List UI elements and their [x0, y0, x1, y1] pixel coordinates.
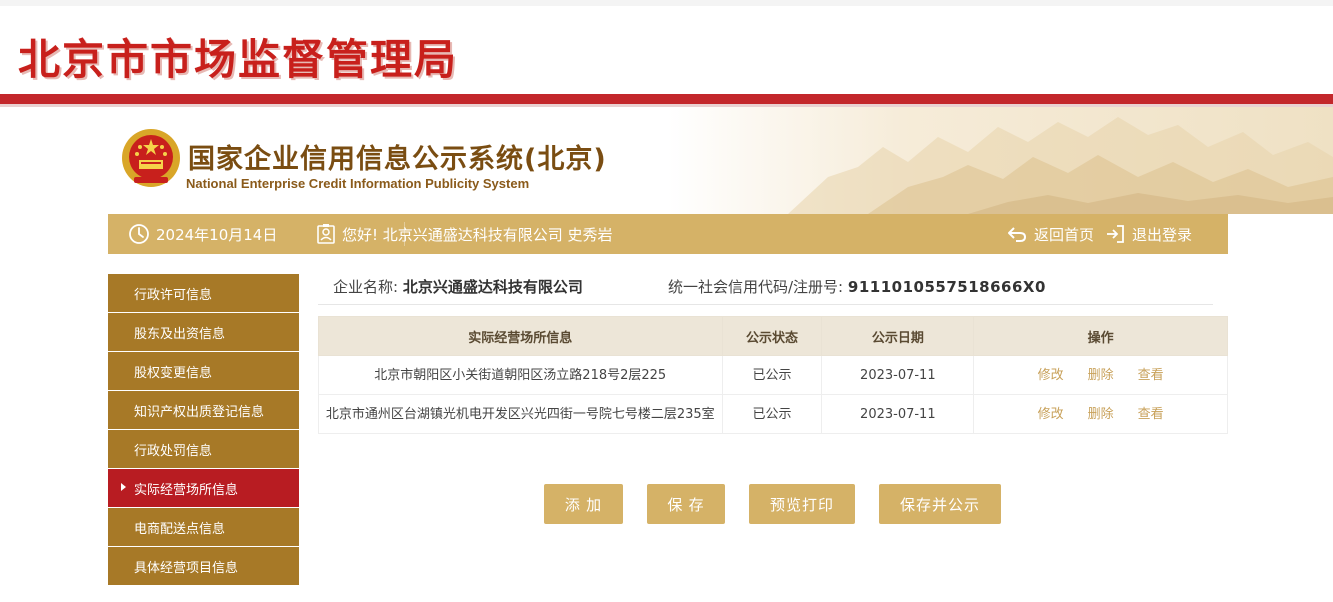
sidebar-item-label[interactable]: 行政许可信息: [134, 284, 212, 303]
return-home-label[interactable]: 返回首页: [1034, 224, 1094, 245]
credit-code-row: 统一社会信用代码/注册号: 9111010557518666X0: [668, 276, 1046, 297]
return-arrow-icon: [1008, 227, 1027, 242]
delete-link[interactable]: 删除: [1088, 368, 1114, 383]
divider: [318, 304, 1213, 305]
cell-address: 北京市通州区台湖镇光机电开发区兴光四街一号院七号楼二层235室: [318, 394, 723, 434]
info-bar: 2024年10月14日 您好! 北京兴通盛达科技有限公司 史秀岩 返回首页 退出…: [108, 214, 1228, 254]
cell-status: 已公示: [721, 355, 823, 395]
credit-code-label: 统一社会信用代码/注册号:: [668, 278, 844, 296]
sidebar-item-label[interactable]: 行政处罚信息: [134, 440, 212, 459]
logout-icon: [1107, 225, 1124, 243]
cell-actions: 修改 删除 查看: [973, 355, 1228, 395]
sidebar-item-business-items[interactable]: 具体经营项目信息: [108, 547, 299, 585]
edit-link[interactable]: 修改: [1038, 407, 1064, 422]
col-header-actions: 操作: [973, 316, 1228, 356]
sidebar-item-equity-change[interactable]: 股权变更信息: [108, 352, 299, 390]
active-arrow-icon: [121, 483, 126, 491]
authority-banner: 北京市市场监督管理局: [0, 6, 1333, 94]
premises-table: 实际经营场所信息 公示状态 公示日期 操作 北京市朝阳区小关街道朝阳区汤立路21…: [318, 316, 1228, 434]
sidebar-item-ecommerce-delivery[interactable]: 电商配送点信息: [108, 508, 299, 546]
edit-link[interactable]: 修改: [1038, 368, 1064, 383]
sidebar-item-label[interactable]: 股东及出资信息: [134, 323, 225, 342]
col-header-date: 公示日期: [821, 316, 975, 356]
sidebar-item-business-premises[interactable]: 实际经营场所信息: [108, 469, 299, 507]
col-header-address: 实际经营场所信息: [318, 316, 723, 356]
company-name-label: 企业名称:: [333, 278, 399, 296]
save-publish-button[interactable]: 保存并公示: [879, 484, 1001, 524]
save-button[interactable]: 保 存: [647, 484, 725, 524]
sidebar-item-admin-penalty[interactable]: 行政处罚信息: [108, 430, 299, 468]
sidebar-item-label[interactable]: 电商配送点信息: [134, 518, 225, 537]
add-button[interactable]: 添 加: [544, 484, 623, 524]
user-greeting: 您好! 北京兴通盛达科技有限公司 史秀岩: [316, 214, 613, 254]
date-display: 2024年10月14日: [128, 214, 277, 254]
clock-icon: [129, 224, 149, 244]
col-header-status: 公示状态: [721, 316, 823, 356]
date-text: 2024年10月14日: [156, 225, 278, 244]
sidebar-nav: 行政许可信息 股东及出资信息 股权变更信息 知识产权出质登记信息 行政处罚信息 …: [108, 274, 299, 586]
cell-actions: 修改 删除 查看: [973, 394, 1228, 434]
table-header-row: 实际经营场所信息 公示状态 公示日期 操作: [318, 316, 1228, 356]
view-link[interactable]: 查看: [1138, 407, 1164, 422]
national-emblem-icon: [122, 129, 180, 187]
mountain-landscape-image: [668, 107, 1333, 214]
logout-label[interactable]: 退出登录: [1132, 224, 1192, 245]
cell-date: 2023-07-11: [821, 394, 975, 434]
red-divider: [0, 94, 1333, 104]
delete-link[interactable]: 删除: [1088, 407, 1114, 422]
sidebar-item-label[interactable]: 具体经营项目信息: [134, 557, 238, 576]
view-link[interactable]: 查看: [1138, 368, 1164, 383]
table-row: 北京市通州区台湖镇光机电开发区兴光四街一号院七号楼二层235室 已公示 2023…: [318, 394, 1228, 434]
table-row: 北京市朝阳区小关街道朝阳区汤立路218号2层225 已公示 2023-07-11…: [318, 355, 1228, 395]
system-title-en: National Enterprise Credit Information P…: [186, 176, 530, 191]
system-header: 国家企业信用信息公示系统(北京) National Enterprise Cre…: [108, 107, 1333, 214]
company-name-value: 北京兴通盛达科技有限公司: [402, 278, 583, 296]
cell-date: 2023-07-11: [821, 355, 975, 395]
cell-status: 已公示: [721, 394, 823, 434]
sidebar-item-label[interactable]: 实际经营场所信息: [134, 479, 238, 498]
sidebar-item-shareholders[interactable]: 股东及出资信息: [108, 313, 299, 351]
sidebar-item-admin-license[interactable]: 行政许可信息: [108, 274, 299, 312]
credit-code-value: 9111010557518666X0: [847, 278, 1046, 296]
company-name-row: 企业名称: 北京兴通盛达科技有限公司: [333, 276, 583, 297]
cell-address: 北京市朝阳区小关街道朝阳区汤立路218号2层225: [318, 355, 723, 395]
logout-link[interactable]: 退出登录: [1104, 214, 1192, 254]
authority-title: 北京市市场监督管理局: [18, 35, 459, 84]
system-title-cn: 国家企业信用信息公示系统(北京): [188, 144, 607, 175]
greeting-text: 您好! 北京兴通盛达科技有限公司 史秀岩: [342, 225, 613, 244]
sidebar-item-label[interactable]: 知识产权出质登记信息: [134, 401, 264, 420]
user-badge-icon: [317, 224, 335, 244]
preview-print-button[interactable]: 预览打印: [749, 484, 855, 524]
sidebar-item-ip-pledge[interactable]: 知识产权出质登记信息: [108, 391, 299, 429]
sidebar-item-label[interactable]: 股权变更信息: [134, 362, 212, 381]
return-home-link[interactable]: 返回首页: [1006, 214, 1094, 254]
